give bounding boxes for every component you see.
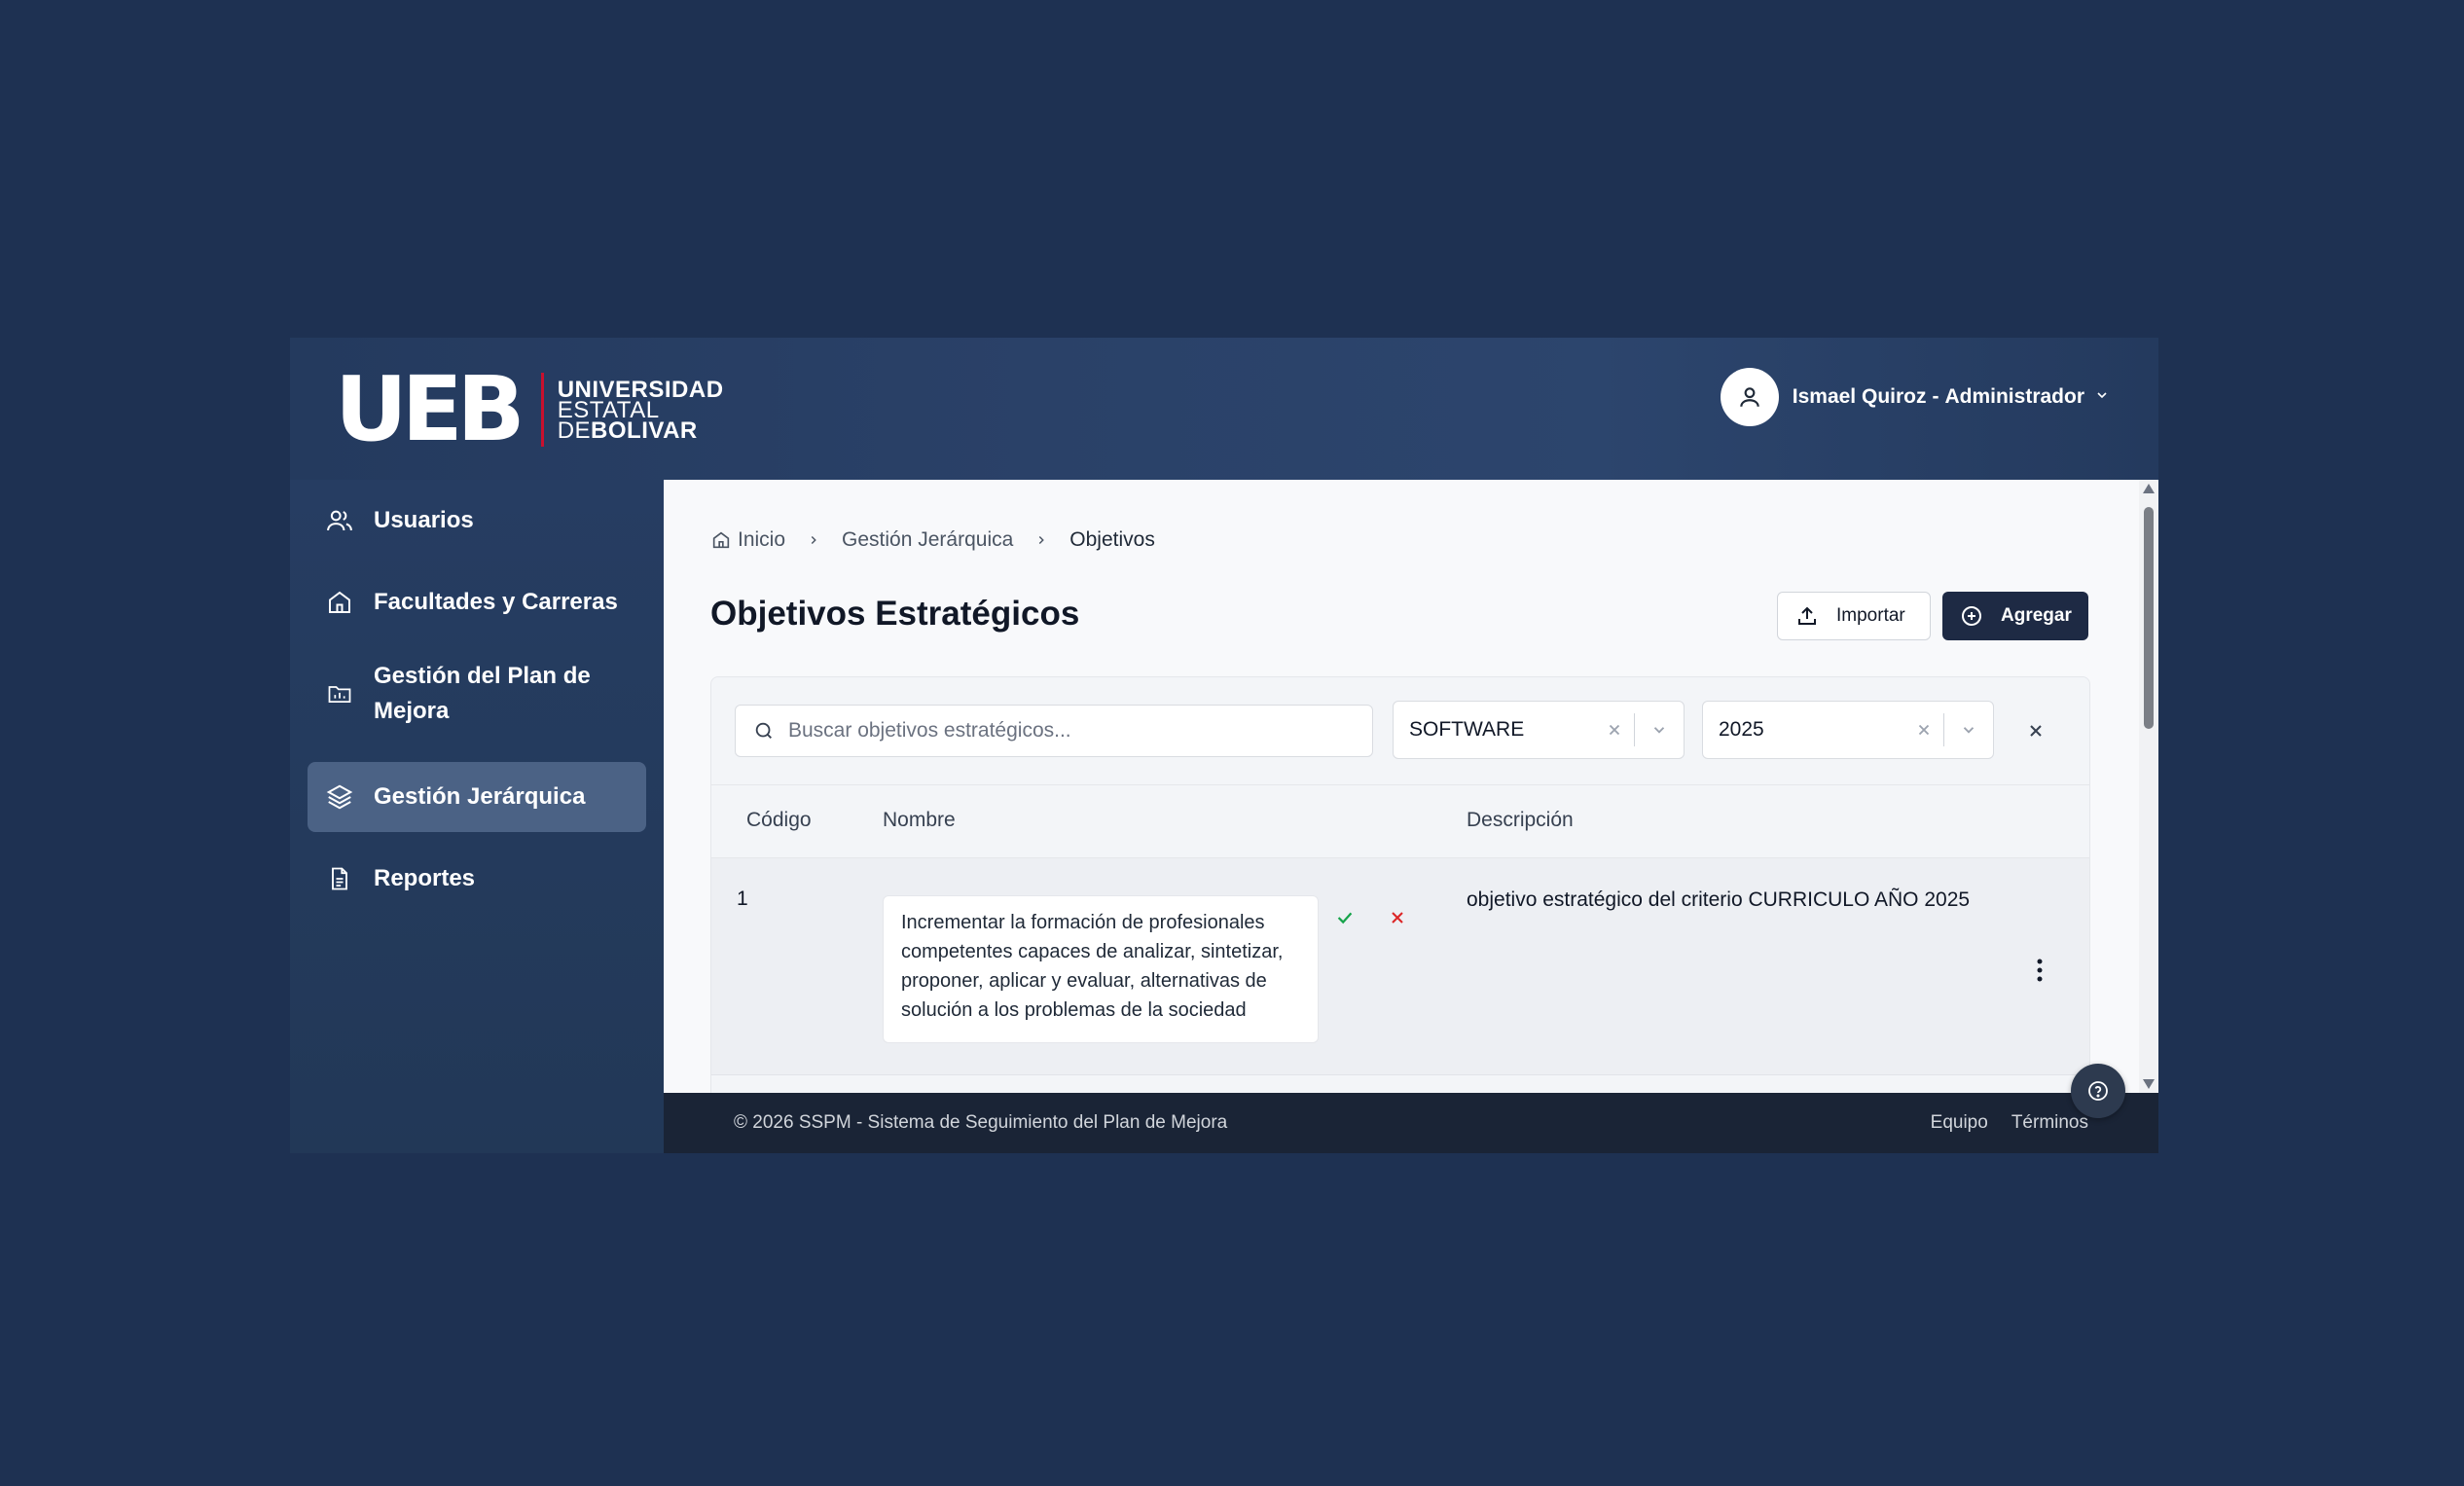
sidebar-item-gestion-jerarquica[interactable]: Gestión Jerárquica: [308, 762, 646, 832]
help-icon: [2088, 1081, 2108, 1101]
row-code: 1: [737, 888, 748, 910]
column-header-descripcion: Descripción: [1467, 809, 1574, 831]
user-icon: [1740, 387, 1759, 407]
sidebar-item-label: Gestión Jerárquica: [374, 783, 586, 810]
column-header-nombre: Nombre: [883, 809, 956, 831]
check-icon[interactable]: [1330, 903, 1359, 932]
upload-icon: [1795, 604, 1819, 628]
scroll-up-arrow[interactable]: [2143, 484, 2155, 493]
university-logo: UEB UNIVERSIDAD ESTATAL DEBOLIVAR: [335, 361, 724, 458]
logo-text: UNIVERSIDAD ESTATAL DEBOLIVAR: [557, 378, 724, 444]
add-label: Agregar: [2001, 605, 2072, 626]
help-button[interactable]: [2071, 1064, 2125, 1118]
main-content: Inicio Gestión Jerárquica Objetivos Obje…: [664, 480, 2158, 1093]
logo-mark-text: UEB: [335, 357, 525, 461]
vertical-scrollbar[interactable]: [2139, 480, 2158, 1093]
plus-circle-icon: [1960, 604, 1983, 628]
sidebar-item-label: Reportes: [374, 865, 476, 891]
sidebar-item-plan-mejora[interactable]: Gestión del Plan de Mejora: [308, 653, 646, 735]
more-options-icon[interactable]: [2025, 956, 2054, 985]
logo-line-3: DEBOLIVAR: [557, 417, 724, 444]
career-select-value: SOFTWARE: [1409, 718, 1525, 741]
home-icon: [323, 586, 356, 619]
footer: © 2026 SSPM - Sistema de Seguimiento del…: [664, 1093, 2158, 1153]
breadcrumb-label: Inicio: [738, 528, 786, 551]
chevron-right-icon: [1034, 533, 1048, 547]
breadcrumb: Inicio Gestión Jerárquica Objetivos: [710, 528, 1155, 552]
sidebar-item-facultades[interactable]: Facultades y Carreras: [308, 573, 646, 632]
logo-line-3-bold: BOLIVAR: [591, 417, 698, 444]
objectives-panel: SOFTWARE 2025: [710, 676, 2090, 1093]
logo-mark: UEB: [335, 365, 525, 454]
chevron-down-icon: [2094, 387, 2110, 408]
chart-folder-icon: [323, 677, 356, 710]
user-avatar: [1720, 368, 1779, 426]
search-icon: [753, 720, 775, 742]
row-description: objetivo estratégico del criterio CURRIC…: [1467, 888, 1971, 911]
app-window: UEB UNIVERSIDAD ESTATAL DEBOLIVAR Ismael…: [290, 338, 2158, 1153]
top-header: UEB UNIVERSIDAD ESTATAL DEBOLIVAR Ismael…: [290, 338, 2158, 480]
search-input[interactable]: [786, 718, 1335, 743]
user-separator: -: [1932, 385, 1939, 408]
footer-copyright: © 2026 SSPM - Sistema de Seguimiento del…: [734, 1112, 1228, 1133]
logo-divider: [540, 373, 544, 447]
clear-filters-icon[interactable]: [2021, 716, 2050, 745]
breadcrumb-inicio[interactable]: Inicio: [710, 528, 785, 552]
clear-career-icon[interactable]: [1595, 721, 1634, 739]
breadcrumb-objetivos: Objetivos: [1069, 528, 1155, 552]
home-icon: [712, 531, 730, 549]
column-header-codigo: Código: [746, 809, 812, 831]
page-title: Objetivos Estratégicos: [710, 595, 1080, 633]
clear-year-icon[interactable]: [1904, 721, 1943, 739]
search-field[interactable]: [735, 705, 1373, 757]
sidebar-item-reportes[interactable]: Reportes: [308, 850, 646, 908]
sidebar-item-usuarios[interactable]: Usuarios: [308, 491, 646, 550]
sidebar-item-label: Facultades y Carreras: [374, 589, 618, 615]
sidebar-item-label: Gestión del Plan de Mejora: [374, 663, 591, 724]
sidebar: Usuarios Facultades y Carreras Gestión d…: [290, 480, 664, 1153]
footer-link-terminos[interactable]: Términos: [2011, 1112, 2088, 1134]
close-icon[interactable]: [1383, 903, 1412, 932]
footer-link-equipo[interactable]: Equipo: [1931, 1112, 1988, 1134]
sidebar-item-label: Usuarios: [374, 507, 474, 533]
user-menu[interactable]: Ismael Quiroz - Administrador: [1720, 367, 2110, 427]
import-button[interactable]: Importar: [1777, 592, 1931, 640]
import-label: Importar: [1836, 605, 1905, 626]
breadcrumb-gestion-jerarquica[interactable]: Gestión Jerárquica: [842, 528, 1013, 552]
chevron-down-icon[interactable]: [1944, 721, 1993, 739]
add-button[interactable]: Agregar: [1942, 592, 2088, 640]
career-select[interactable]: SOFTWARE: [1393, 701, 1685, 759]
chevron-down-icon[interactable]: [1635, 721, 1684, 739]
document-icon: [323, 862, 356, 895]
logo-line-3-prefix: DE: [557, 417, 592, 444]
name-edit-field[interactable]: Incrementar la formación de profesionale…: [883, 895, 1319, 1043]
year-select[interactable]: 2025: [1702, 701, 1994, 759]
footer-links: Equipo Términos: [1907, 1112, 2088, 1134]
table-header: Código Nombre Descripción: [711, 784, 2089, 858]
layers-icon: [323, 780, 356, 814]
users-icon: [323, 504, 356, 537]
user-role: Administrador: [1944, 385, 2084, 408]
scroll-thumb[interactable]: [2144, 507, 2154, 729]
breadcrumb-label: Objetivos: [1069, 528, 1155, 551]
breadcrumb-label: Gestión Jerárquica: [842, 528, 1014, 551]
user-name: Ismael Quiroz: [1792, 385, 1927, 408]
table-row: 1 Incrementar la formación de profesiona…: [711, 858, 2089, 1075]
year-select-value: 2025: [1719, 718, 1764, 741]
chevron-right-icon: [807, 533, 820, 547]
scroll-down-arrow[interactable]: [2143, 1079, 2155, 1089]
